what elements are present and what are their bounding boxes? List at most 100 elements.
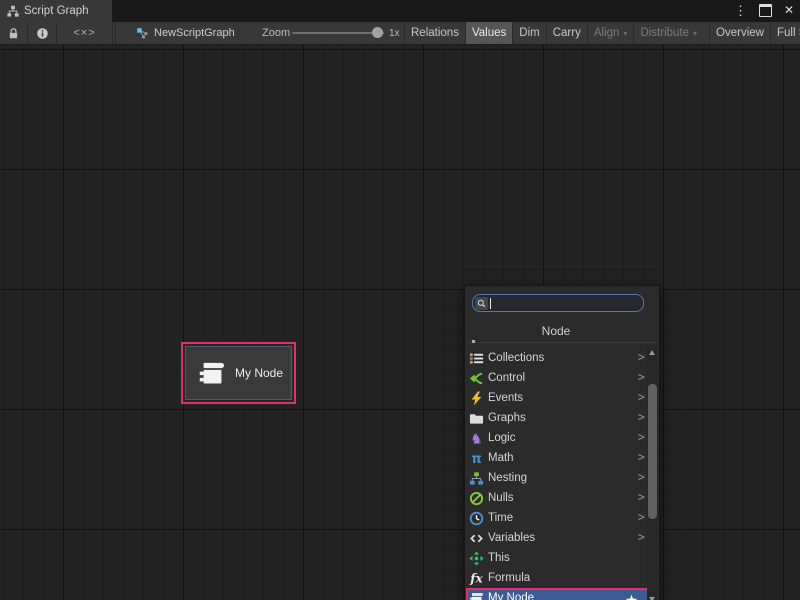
my-node[interactable]: My Node — [185, 346, 292, 400]
finder-item-label: Time — [488, 512, 513, 524]
node-label: My Node — [235, 366, 283, 380]
finder-item-graphs[interactable]: Graphs > — [466, 408, 650, 428]
chevron-right-icon: > — [638, 370, 645, 384]
toolbar-button-distribute[interactable]: Distribute ▾ — [633, 22, 703, 44]
toolbar-button-relations[interactable]: Relations — [404, 22, 465, 44]
toolbar-button-carry[interactable]: Carry — [546, 22, 587, 44]
menu-kebab-icon[interactable]: ⋮ — [734, 4, 747, 17]
search-box[interactable] — [472, 294, 644, 312]
chevron-right-icon: > — [638, 350, 645, 364]
finder-item-label: My Node — [488, 592, 534, 600]
search-input[interactable] — [491, 297, 643, 309]
finder-item-math[interactable]: Math > — [466, 448, 650, 468]
finder-item-label: Nulls — [488, 492, 514, 504]
toolbar-button-overview[interactable]: Overview — [709, 22, 770, 44]
finder-item-collections[interactable]: Collections > — [466, 348, 650, 368]
chevron-right-icon: > — [638, 390, 645, 404]
finder-item-control[interactable]: Control > — [466, 368, 650, 388]
scrollbar-thumb[interactable] — [648, 384, 657, 519]
edit-source-button[interactable]: <×> — [57, 22, 113, 44]
finder-item-events[interactable]: Events > — [466, 388, 650, 408]
script-graph-window: Script Graph ⋮ ✕ <×> NewScriptGraph Zoom… — [0, 0, 800, 600]
events-icon — [469, 391, 484, 406]
finder-item-label: Control — [488, 372, 525, 384]
collections-icon — [469, 351, 484, 366]
finder-scrollbar[interactable] — [647, 346, 658, 600]
finder-header: Node — [465, 324, 647, 338]
zoom-slider-track[interactable] — [292, 32, 384, 34]
control-icon — [469, 371, 484, 386]
finder-item-nesting[interactable]: Nesting > — [466, 468, 650, 488]
toolbar-buttons: Relations Values Dim Carry Align ▾ Distr… — [404, 22, 800, 44]
toolbar-button-label: Relations — [411, 27, 459, 39]
toolbar-button-label: Dim — [519, 27, 539, 39]
toolbar-button-values[interactable]: Values — [465, 22, 512, 44]
finder-item-label: Events — [488, 392, 523, 404]
toolbar-button-label: Full S — [777, 27, 800, 39]
info-icon — [36, 27, 49, 40]
zoom-value: 1x — [389, 22, 400, 44]
finder-item-nulls[interactable]: Nulls > — [466, 488, 650, 508]
star-icon — [625, 594, 638, 600]
finder-item-label: Formula — [488, 572, 530, 584]
close-icon[interactable]: ✕ — [784, 4, 794, 16]
graph-asset[interactable]: NewScriptGraph — [136, 22, 235, 44]
toolbar-button-label: Distribute — [640, 27, 689, 39]
toolbar-button-label: Values — [472, 27, 506, 39]
finder-item-logic[interactable]: Logic > — [466, 428, 650, 448]
lock-button[interactable] — [0, 22, 28, 44]
tab-strip: Script Graph ⋮ ✕ — [0, 0, 800, 22]
chevron-right-icon: > — [638, 410, 645, 424]
finder-item-label: Math — [488, 452, 514, 464]
finder-item-label: Logic — [488, 432, 516, 444]
finder-item-time[interactable]: Time > — [466, 508, 650, 528]
nulls-icon — [469, 491, 484, 506]
chevron-right-icon: > — [638, 450, 645, 464]
graph-canvas[interactable]: My Node Node Collections > Control > E — [0, 45, 800, 600]
toolbar-button-label: Overview — [716, 27, 764, 39]
finder-item-variables[interactable]: Variables > — [466, 528, 650, 548]
graphs-icon — [469, 411, 484, 426]
nesting-icon — [469, 471, 484, 486]
toolbar-button-full-s[interactable]: Full S — [770, 22, 800, 44]
unit-icon — [469, 591, 484, 600]
graph-asset-name: NewScriptGraph — [154, 27, 235, 39]
logic-icon — [469, 431, 484, 446]
chevron-right-icon: > — [638, 510, 645, 524]
scroll-up-icon[interactable] — [649, 350, 655, 355]
finder-item-label: This — [488, 552, 510, 564]
node-selection-outline: My Node — [181, 342, 296, 404]
chevron-down-icon: ▾ — [623, 29, 627, 38]
maximize-icon[interactable] — [759, 4, 772, 17]
finder-item-this[interactable]: This — [466, 548, 650, 568]
inspect-button[interactable] — [28, 22, 57, 44]
hierarchy-icon — [7, 5, 19, 17]
finder-separator — [468, 342, 656, 343]
chevron-down-icon: ▾ — [693, 29, 697, 38]
math-icon — [469, 451, 484, 466]
fuzzy-finder-popup: Node Collections > Control > Events > Gr… — [464, 285, 660, 600]
unit-icon — [197, 359, 227, 387]
finder-item-label: Variables — [488, 532, 535, 544]
finder-item-formula[interactable]: Formula — [466, 568, 650, 588]
finder-item-my-node[interactable]: My Node — [466, 588, 650, 600]
finder-list: Collections > Control > Events > Graphs … — [466, 348, 650, 600]
chevron-right-icon: > — [638, 430, 645, 444]
search-icon — [475, 297, 488, 310]
toolbar-button-align[interactable]: Align ▾ — [587, 22, 634, 44]
zoom-slider-handle[interactable] — [372, 27, 383, 38]
formula-icon — [469, 571, 484, 586]
lock-icon — [7, 27, 20, 40]
window-controls: ⋮ ✕ — [734, 0, 794, 20]
chevron-right-icon: > — [638, 530, 645, 544]
finder-item-label: Nesting — [488, 472, 527, 484]
toolbar-separator — [115, 22, 116, 44]
tab-script-graph[interactable]: Script Graph — [0, 0, 112, 22]
toolbar-button-dim[interactable]: Dim — [512, 22, 545, 44]
toolbar-button-label: Align — [594, 27, 620, 39]
finder-separator-dot — [472, 340, 475, 343]
zoom-label: Zoom — [262, 22, 290, 44]
graph-asset-icon — [136, 27, 149, 40]
tab-title: Script Graph — [24, 5, 89, 17]
toolbar-button-label: Carry — [553, 27, 581, 39]
